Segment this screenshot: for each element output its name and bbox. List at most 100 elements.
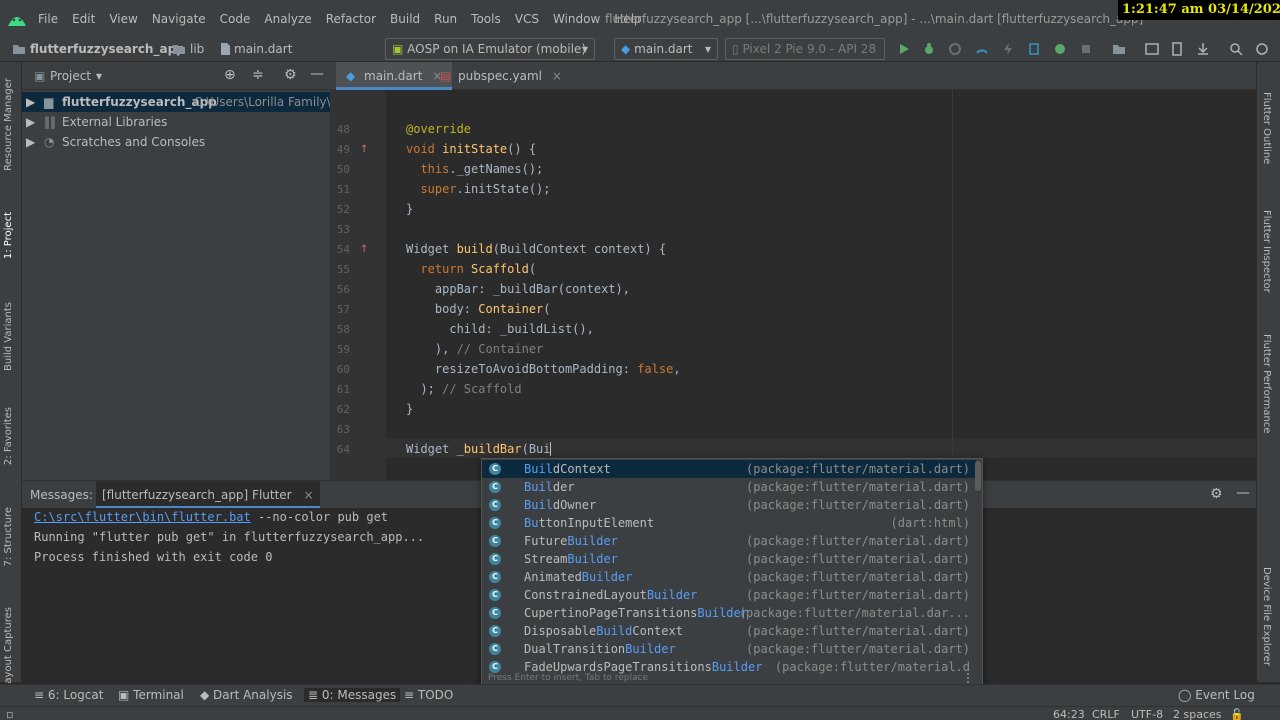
autocomplete-item[interactable]: C DisposableBuildContext (package:flutter/…	[482, 622, 976, 640]
indent-setting[interactable]: 2 spaces	[1173, 708, 1222, 720]
line-separator[interactable]: CRLF	[1092, 708, 1120, 720]
locate-icon[interactable]: ⊕	[224, 67, 236, 83]
expand-arrow-icon[interactable]: ▶	[26, 112, 35, 132]
expand-arrow-icon[interactable]: ▶	[26, 92, 35, 112]
sync-icon[interactable]	[1053, 42, 1067, 56]
gear-icon[interactable]: ⚙	[284, 67, 297, 83]
run-config-dropdown[interactable]: ◆ main.dart ▾	[614, 38, 718, 60]
flutter-bat-link[interactable]: C:\src\flutter\bin\flutter.bat	[34, 510, 251, 524]
breadcrumb-project[interactable]: flutterfuzzysearch_app	[30, 42, 185, 56]
menu-run[interactable]: Run	[434, 12, 457, 26]
caret-position[interactable]: 64:23	[1053, 708, 1085, 720]
autocomplete-item-name: Builder	[524, 478, 575, 496]
file-encoding[interactable]: UTF-8	[1131, 708, 1163, 720]
autocomplete-item[interactable]: C BuildOwner (package:flutter/material.dar…	[482, 496, 976, 514]
menu-view[interactable]: View	[109, 12, 137, 26]
code-line: resizeToAvoidBottomPadding: false,	[406, 362, 681, 376]
autocomplete-item[interactable]: C AnimatedBuilder (package:flutter/materia…	[482, 568, 976, 586]
help-icon[interactable]	[1255, 42, 1269, 56]
sdk-manager-icon[interactable]	[1196, 42, 1210, 56]
stop-icon[interactable]	[1079, 42, 1093, 56]
event-log-button[interactable]: ◯ Event Log	[1178, 688, 1255, 702]
tab-project[interactable]: 1: Project	[3, 212, 14, 259]
messages-tab-flutter[interactable]: [flutterfuzzysearch_app] Flutter ×	[96, 481, 320, 509]
menu-tools[interactable]: Tools	[471, 12, 501, 26]
device-dropdown[interactable]: ▯ Pixel 2 Pie 9.0 - API 28	[725, 38, 885, 60]
autocomplete-item[interactable]: C Builder (package:flutter/material.dart)	[482, 478, 976, 496]
class-icon: C	[489, 481, 501, 493]
code-line: child: _buildList(),	[406, 322, 594, 336]
run-icon[interactable]	[897, 42, 911, 56]
status-indicator-icon[interactable]: ▫	[6, 708, 13, 720]
class-icon: C	[489, 589, 501, 601]
menu-build[interactable]: Build	[390, 12, 420, 26]
code-token: @override	[406, 122, 472, 136]
tree-item-external-libraries[interactable]: ▶ ‖‖ External Libraries	[22, 112, 330, 132]
autocomplete-item[interactable]: C StreamBuilder (package:flutter/material.…	[482, 550, 976, 568]
profile-icon[interactable]	[975, 42, 989, 56]
apply-changes-icon[interactable]	[1027, 42, 1041, 56]
autocomplete-item-package: (package:flutter/material.dart)	[746, 552, 970, 566]
tab-messages[interactable]: ≣ 0: Messages	[304, 688, 401, 702]
minimize-icon[interactable]: —	[1236, 485, 1250, 501]
menu-window[interactable]: Window	[553, 12, 600, 26]
code-token: resizeToAvoidBottomPadding:	[406, 362, 638, 376]
menu-analyze[interactable]: Analyze	[264, 12, 311, 26]
android-studio-logo-icon	[8, 17, 26, 26]
tab-pubspec-yaml[interactable]: ▤ pubspec.yaml ×	[430, 62, 572, 90]
tab-logcat[interactable]: ≡ 6: Logcat	[34, 688, 103, 702]
tab-device-file-explorer[interactable]: Device File Explorer	[1261, 567, 1272, 666]
tab-structure[interactable]: 7: Structure	[3, 507, 14, 566]
menu-vcs[interactable]: VCS	[515, 12, 539, 26]
breadcrumb-lib[interactable]: lib	[190, 42, 204, 56]
autocomplete-scrollbar[interactable]	[975, 461, 981, 491]
menu-navigate[interactable]: Navigate	[152, 12, 206, 26]
autocomplete-item[interactable]: C CupertinoPageTransitionsBuilder (package…	[482, 604, 976, 622]
hot-reload-icon[interactable]	[1001, 42, 1015, 56]
layout-inspector-icon[interactable]	[1145, 42, 1159, 56]
attach-icon[interactable]	[948, 42, 962, 56]
gear-icon[interactable]: ⚙	[1210, 486, 1223, 502]
menu-edit[interactable]: Edit	[72, 12, 95, 26]
tab-flutter-outline[interactable]: Flutter Outline	[1261, 92, 1272, 164]
autocomplete-item[interactable]: C DualTransitionBuilder (package:flutter/m…	[482, 640, 976, 658]
override-gutter-icon[interactable]: ↑	[360, 144, 368, 155]
lock-icon[interactable]: 🔓	[1230, 708, 1244, 720]
expand-arrow-icon[interactable]: ▶	[26, 132, 35, 152]
tab-dart-analysis[interactable]: ◆ Dart Analysis	[200, 688, 293, 702]
breadcrumb-main-dart[interactable]: main.dart	[234, 42, 292, 56]
more-options-icon[interactable]: ⋮	[962, 671, 974, 685]
autocomplete-popup[interactable]: C BuildContext (package:flutter/material.d…	[481, 458, 983, 688]
tab-terminal[interactable]: ▣ Terminal	[118, 688, 184, 702]
search-icon[interactable]	[1229, 42, 1243, 56]
chevron-down-icon[interactable]: ▾	[96, 69, 102, 83]
minimize-icon[interactable]: —	[310, 66, 324, 82]
menu-file[interactable]: File	[38, 12, 58, 26]
close-icon[interactable]: ×	[303, 488, 313, 502]
tab-todo[interactable]: ≡ TODO	[404, 688, 453, 702]
tab-flutter-inspector[interactable]: Flutter Inspector	[1261, 210, 1272, 293]
avd-manager-icon[interactable]	[1170, 42, 1184, 56]
tab-flutter-performance[interactable]: Flutter Performance	[1261, 334, 1272, 434]
menu-code[interactable]: Code	[220, 12, 251, 26]
tab-resource-manager[interactable]: Resource Manager	[3, 78, 14, 171]
autocomplete-item[interactable]: C FutureBuilder (package:flutter/material.…	[482, 532, 976, 550]
autocomplete-item[interactable]: C ButtonInputElement (dart:html)	[482, 514, 976, 532]
code-line: Widget build(BuildContext context) {	[406, 242, 666, 256]
debug-icon[interactable]	[922, 42, 936, 56]
collapse-icon[interactable]: ≑	[252, 67, 264, 83]
close-icon[interactable]: ×	[552, 69, 562, 83]
device-config-dropdown[interactable]: ▣ AOSP on IA Emulator (mobile) ▾	[385, 38, 595, 60]
project-structure-icon[interactable]	[1112, 42, 1126, 56]
tab-layout-captures[interactable]: Layout Captures	[3, 607, 14, 689]
code-editor[interactable]: @override void initState() { this._getNam…	[330, 90, 1256, 480]
tab-build-variants[interactable]: Build Variants	[3, 302, 14, 371]
tab-favorites[interactable]: 2: Favorites	[3, 407, 14, 465]
tree-item-project-root[interactable]: ▶ ▆ flutterfuzzysearch_app C:\Users\Lori…	[22, 92, 330, 112]
autocomplete-item[interactable]: C BuildContext (package:flutter/material.d…	[482, 460, 976, 478]
autocomplete-item[interactable]: C ConstrainedLayoutBuilder (package:flutte…	[482, 586, 976, 604]
menu-refactor[interactable]: Refactor	[326, 12, 376, 26]
project-view-selector[interactable]: Project	[50, 69, 91, 83]
override-gutter-icon[interactable]: ↑	[360, 244, 368, 255]
tree-item-scratches[interactable]: ▶ ◔ Scratches and Consoles	[22, 132, 330, 152]
